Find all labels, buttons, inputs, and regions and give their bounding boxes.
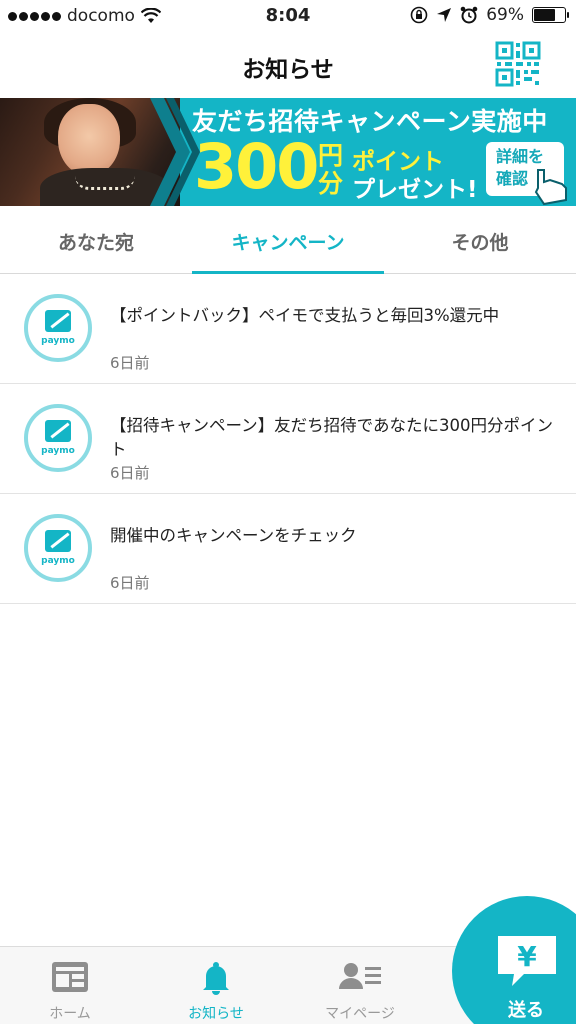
banner-present: プレゼント! [352, 177, 478, 203]
location-icon [437, 8, 452, 22]
banner-amount: 300 [194, 130, 319, 203]
qr-code-icon [495, 41, 541, 87]
tab-other[interactable]: その他 [384, 206, 576, 273]
notification-time: 6日前 [110, 574, 150, 592]
avatar-logo-text: paymo [41, 336, 75, 346]
qr-code-button[interactable] [494, 40, 542, 88]
list-item[interactable]: paymo 開催中のキャンペーンをチェック 6日前 [0, 494, 576, 604]
send-button[interactable]: ¥ 送る [452, 896, 576, 1024]
avatar-logo-text: paymo [41, 446, 75, 456]
page-title: お知らせ [242, 57, 334, 83]
segment-tabs: あなた宛 キャンペーン その他 [0, 206, 576, 274]
send-label: 送る [508, 1000, 544, 1021]
avatar-logo-text: paymo [41, 556, 75, 566]
paymo-logo-icon [45, 310, 71, 332]
orientation-lock-icon [410, 6, 428, 24]
tabbar-home[interactable]: ホーム [0, 947, 140, 1024]
header: お知らせ [0, 32, 576, 98]
svg-text:¥: ¥ [517, 940, 537, 973]
tab-for-you[interactable]: あなた宛 [0, 206, 192, 273]
tabbar-mypage[interactable]: マイページ [290, 947, 430, 1024]
tabbar-news-label: お知らせ [188, 1006, 244, 1022]
paymo-avatar: paymo [24, 404, 92, 472]
list-item[interactable]: paymo 【ポイントバック】ペイモで支払うと毎回3%還元中 6日前 [0, 274, 576, 384]
status-bar: docomo 8:04 69% [0, 0, 576, 32]
tabbar-home-label: ホーム [49, 1006, 91, 1022]
notification-time: 6日前 [110, 464, 150, 482]
battery-percent: 69% [486, 5, 524, 25]
paymo-avatar: paymo [24, 294, 92, 362]
home-dashboard-icon [52, 962, 88, 992]
notification-title: 【ポイントバック】ペイモで支払うと毎回3%還元中 [110, 306, 500, 325]
battery-icon [532, 7, 569, 23]
tabbar-mypage-label: マイページ [325, 1006, 395, 1022]
profile-card-icon [339, 963, 381, 989]
paymo-logo-icon [45, 420, 71, 442]
paymo-logo-icon [45, 530, 71, 552]
battery-level [534, 9, 555, 21]
tab-campaign[interactable]: キャンペーン [192, 206, 384, 274]
paymo-avatar: paymo [24, 514, 92, 582]
notification-list: paymo 【ポイントバック】ペイモで支払うと毎回3%還元中 6日前 paymo… [0, 274, 576, 604]
status-right: 69% [410, 5, 569, 25]
campaign-banner[interactable]: 友だち招待キャンペーン実施中 300 円分 ポイント プレゼント! 詳細を 確認 [0, 98, 576, 206]
alarm-icon [460, 6, 478, 24]
notification-title: 【招待キャンペーン】友だち招待であなたに300円分ポイント [110, 416, 554, 459]
yen-chat-icon: ¥ [498, 936, 556, 986]
pointing-hand-icon [530, 162, 567, 206]
notification-time: 6日前 [110, 354, 150, 372]
banner-unit: 円分 [318, 141, 344, 198]
notification-title: 開催中のキャンペーンをチェック [110, 526, 357, 545]
tabbar-news[interactable]: お知らせ [146, 947, 286, 1024]
list-item[interactable]: paymo 【招待キャンペーン】友だち招待であなたに300円分ポイント 6日前 [0, 384, 576, 494]
bell-icon [203, 962, 229, 995]
